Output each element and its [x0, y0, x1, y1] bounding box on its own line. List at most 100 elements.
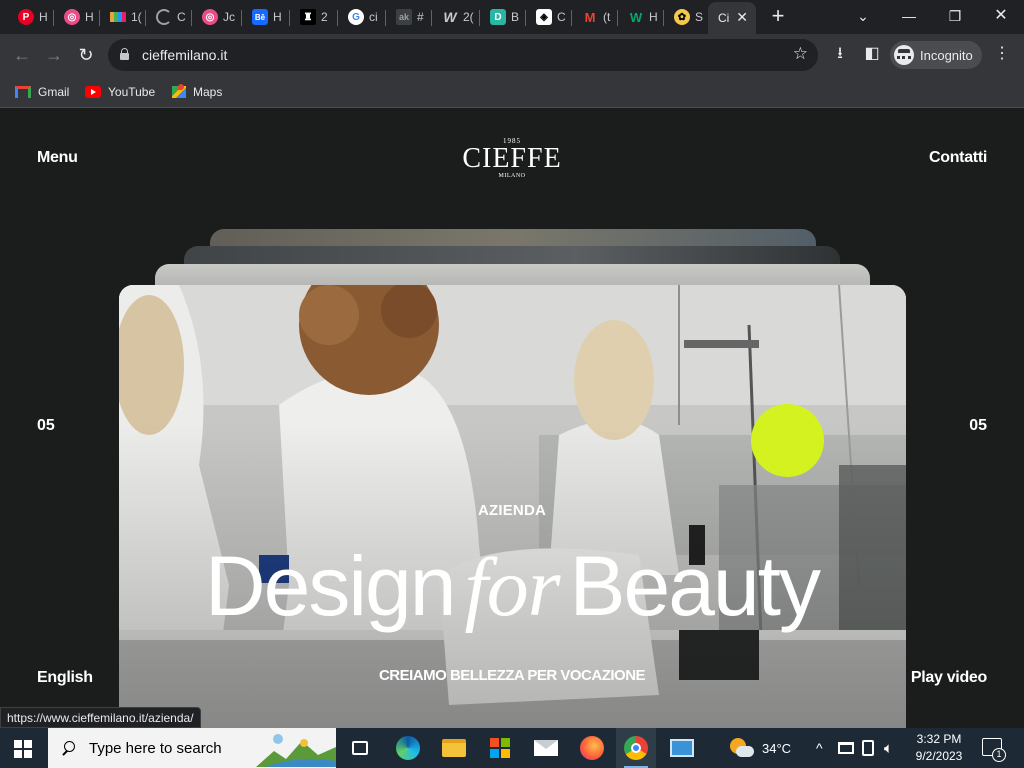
reload-button[interactable]: ↻	[74, 43, 98, 67]
language-switch[interactable]: English	[37, 669, 93, 687]
windows-start-icon[interactable]	[14, 740, 32, 758]
lock-icon[interactable]	[120, 48, 129, 60]
d-logo-icon: D	[490, 9, 506, 25]
cieffe-logo[interactable]: 1985 CIEFFE MILANO	[462, 137, 561, 180]
address-text[interactable]: cieffemilano.it	[142, 47, 227, 63]
slide-counter-left: 05	[37, 417, 55, 434]
search-icon	[62, 740, 77, 756]
browser-tab[interactable]: Bē H	[242, 4, 290, 30]
minimize-button[interactable]: —	[894, 4, 924, 30]
bookmark-maps[interactable]: Maps	[172, 82, 222, 102]
firefox-icon[interactable]	[572, 728, 612, 768]
tab-title: H	[649, 10, 658, 24]
taskbar-search-box[interactable]: Type here to search	[48, 728, 336, 768]
incognito-icon	[894, 45, 914, 65]
back-button[interactable]: ←	[10, 43, 34, 67]
bookmarks-bar: Gmail YouTube Maps	[0, 76, 1024, 108]
hero-subline: CREIAMO BELLEZZA PER VOCAZIONE	[378, 667, 646, 684]
show-hidden-icons-chevron[interactable]: ^	[816, 728, 823, 768]
paw-icon: ✿	[674, 9, 690, 25]
address-bar[interactable]: cieffemilano.it ☆	[108, 39, 818, 71]
headline-word: Beauty	[569, 539, 822, 633]
forward-button[interactable]: →	[42, 43, 66, 67]
bookmark-youtube[interactable]: YouTube	[85, 82, 155, 102]
chrome-icon[interactable]	[616, 728, 656, 768]
section-eyebrow[interactable]: AZIENDA	[0, 502, 1024, 519]
w-logo-icon: W	[443, 9, 457, 25]
bookmark-star-icon[interactable]: ☆	[793, 44, 808, 64]
browser-tab[interactable]: ♜ 2	[290, 4, 338, 30]
incognito-label: Incognito	[920, 47, 973, 63]
dribbble-icon: ◎	[64, 9, 80, 25]
play-video-link[interactable]: Play video	[911, 669, 987, 687]
tab-title: C	[177, 10, 186, 24]
temperature-text: 34°C	[762, 740, 792, 756]
network-icon[interactable]	[838, 728, 854, 768]
browser-tab[interactable]: W 2(	[432, 4, 480, 30]
browser-tab[interactable]: ✿ S	[664, 4, 708, 30]
contact-link[interactable]: Contatti	[929, 149, 987, 167]
browser-tab[interactable]: G ci	[338, 4, 386, 30]
remote-desktop-icon[interactable]	[662, 728, 702, 768]
crown-icon: ♜	[300, 9, 316, 25]
more-menu-icon[interactable]: ⋮	[991, 43, 1013, 65]
browser-tab[interactable]: C	[146, 4, 192, 30]
close-window-button[interactable]: ✕	[986, 4, 1016, 30]
task-view-icon[interactable]	[340, 728, 380, 768]
incognito-profile-button[interactable]: Incognito	[890, 41, 982, 69]
browser-tab-active[interactable]: Ci ✕	[708, 2, 756, 34]
tab-title: 2(	[463, 10, 474, 24]
bookmark-label: YouTube	[108, 85, 156, 99]
tab-title: B	[511, 10, 520, 24]
menu-link[interactable]: Menu	[37, 149, 78, 167]
headline-word: Design	[204, 539, 456, 633]
restore-button[interactable]: ❐	[940, 4, 970, 30]
browser-tab[interactable]: D B	[480, 4, 526, 30]
edge-icon[interactable]	[388, 728, 428, 768]
browser-tab[interactable]: P H	[8, 4, 54, 30]
browser-tab[interactable]: M (t	[572, 4, 618, 30]
tab-title: Jc	[223, 10, 235, 24]
bookmark-gmail[interactable]: Gmail	[15, 82, 69, 102]
logo-city: MILANO	[498, 173, 526, 179]
browser-tab[interactable]: ◈ C	[526, 4, 572, 30]
maps-icon	[172, 84, 186, 100]
tab-title: Ci	[718, 11, 730, 25]
browser-tab[interactable]: ◎ Jc	[192, 4, 242, 30]
webflow-icon: W	[629, 9, 643, 25]
gmail-icon	[15, 86, 31, 98]
bars-logo-icon	[110, 12, 126, 22]
close-tab-icon[interactable]: ✕	[736, 10, 748, 24]
browser-tab[interactable]: ak #	[386, 4, 432, 30]
browser-tab[interactable]: 1(	[100, 4, 146, 30]
side-panel-icon[interactable]: ◧	[861, 43, 883, 65]
link-status-bar: https://www.cieffemilano.it/azienda/	[0, 707, 201, 728]
spinner-icon	[156, 9, 172, 25]
browser-tab[interactable]: W H	[618, 4, 664, 30]
cube-icon: ◈	[536, 9, 552, 25]
file-explorer-icon[interactable]	[434, 728, 474, 768]
mail-icon[interactable]	[526, 728, 566, 768]
browser-tab[interactable]: ◎ H	[54, 4, 100, 30]
weather-partly-sunny-icon	[728, 737, 754, 759]
clock-date: 9/2/2023	[915, 749, 963, 763]
new-tab-button[interactable]: +	[766, 5, 790, 29]
volume-icon[interactable]: 🔈︎	[884, 728, 893, 768]
tab-search-chevron-icon[interactable]: ⌄	[848, 4, 878, 30]
download-icon[interactable]: ⭳	[829, 43, 851, 65]
browser-toolbar: ← → ↻ cieffemilano.it ☆ ⭳ ◧ Incognito ⋮	[0, 34, 1024, 76]
store-icon[interactable]	[480, 728, 520, 768]
system-clock[interactable]: 3:32 PM 9/2/2023	[908, 731, 970, 765]
website-viewport: Menu 1985 CIEFFE MILANO Contatti 05 05 A…	[0, 109, 1024, 728]
hero-headline: Design for Beauty	[0, 541, 1024, 633]
slide-counter-right: 05	[969, 417, 987, 434]
tab-title: #	[417, 10, 424, 24]
browser-tab-strip: P H ◎ H 1( C ◎ Jc Bē H ♜ 2 G ci ak # W 2…	[0, 0, 1024, 34]
battery-plug-icon[interactable]	[862, 728, 874, 768]
youtube-icon	[85, 86, 101, 98]
tab-title: H	[85, 10, 94, 24]
search-placeholder: Type here to search	[89, 739, 222, 757]
pinterest-icon: P	[18, 9, 34, 25]
grid-icon: ak	[396, 9, 412, 25]
weather-widget[interactable]: 34°C	[728, 728, 791, 768]
